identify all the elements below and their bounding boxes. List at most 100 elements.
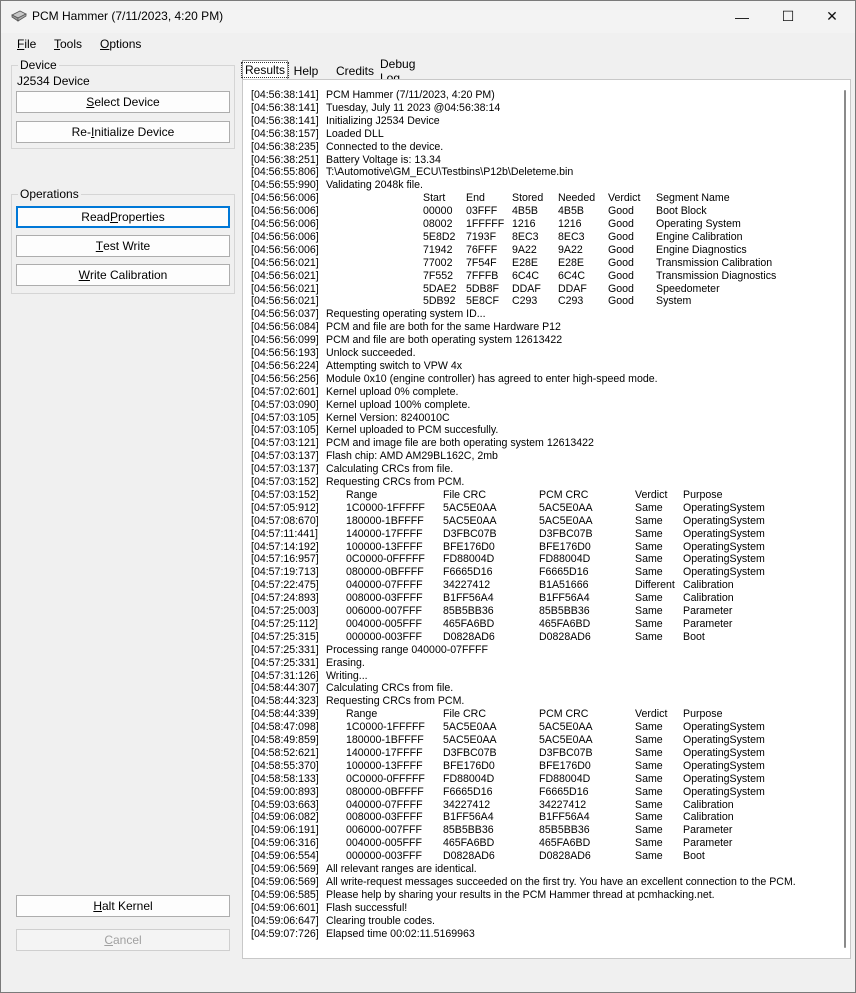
halt-kernel-accel: H: [93, 899, 102, 913]
log-message: Erasing.: [326, 656, 365, 669]
select-device-button[interactable]: Select Device: [16, 91, 230, 113]
halt-kernel-label: alt Kernel: [101, 899, 153, 913]
log-message: Kernel upload 100% complete.: [326, 398, 471, 411]
log-message: Tuesday, July 11 2023 @04:56:38:14: [326, 101, 501, 114]
read-properties-button[interactable]: Read Properties: [16, 206, 230, 228]
log-table-cell: 004000-005FFF: [346, 837, 422, 850]
log-table-cell: Good: [608, 205, 634, 218]
close-button[interactable]: ✕: [809, 1, 855, 32]
log-timestamp: [04:59:06:601]: [251, 901, 319, 914]
tab-debug-log[interactable]: Debug Log: [378, 57, 438, 85]
log-table-cell: Needed: [558, 192, 596, 205]
test-write-button[interactable]: Test Write: [16, 235, 230, 257]
log-table-cell: Same: [635, 617, 663, 630]
menu-bar: File Tools Options: [1, 33, 855, 55]
log-table-cell: OperatingSystem: [683, 785, 765, 798]
log-table-cell: System: [656, 295, 692, 308]
tab-help[interactable]: Help: [290, 62, 322, 79]
log-table-cell: OperatingSystem: [683, 540, 765, 553]
log-table-cell: Calibration: [683, 592, 734, 605]
minimize-button[interactable]: —: [719, 1, 765, 32]
menu-tools[interactable]: Tools: [54, 37, 82, 51]
log-table-cell: 7FFFB: [466, 269, 499, 282]
log-line: [04:59:06:647] Clearing trouble codes.: [251, 915, 831, 928]
log-message: Kernel uploaded to PCM succesfully.: [326, 424, 499, 437]
log-table-cell: 465FA6BD: [443, 617, 495, 630]
log-line: [04:57:11:441] 140000-17FFFF D3FBC07B D3FBC…: [251, 528, 831, 541]
select-device-accel: S: [86, 95, 95, 109]
test-write-accel: T: [95, 239, 104, 253]
tab-credits[interactable]: Credits: [334, 62, 376, 79]
log-table-cell: 00000: [423, 205, 453, 218]
log-table-cell: Same: [635, 553, 663, 566]
log-line: [04:56:56:021] 5DB92 5E8CF C293 C293 Good Syst…: [251, 295, 831, 308]
log-timestamp: [04:57:25:112]: [251, 617, 318, 630]
log-message: Requesting operating system ID...: [326, 308, 486, 321]
log-table-cell: FD88004D: [539, 553, 591, 566]
log-table-cell: D0828AD6: [539, 850, 591, 863]
log-table-cell: Verdict: [635, 488, 668, 501]
log-table-cell: PCM CRC: [539, 488, 589, 501]
menu-options[interactable]: Options: [100, 37, 141, 51]
log-line: [04:58:47:098] 1C0000-1FFFFF 5AC5E0AA 5AC5E…: [251, 721, 831, 734]
log-table-cell: OperatingSystem: [683, 734, 765, 746]
results-log[interactable]: [04:56:38:141] PCM Hammer (7/11/2023, 4:2…: [243, 80, 833, 958]
log-table-cell: Segment Name: [656, 192, 730, 205]
log-table-cell: Parameter: [683, 837, 733, 850]
halt-kernel-button[interactable]: Halt Kernel: [16, 895, 230, 917]
menu-options-label: ptions: [109, 37, 142, 51]
log-table-cell: Parameter: [683, 824, 733, 837]
write-calibration-accel: W: [78, 268, 90, 282]
log-timestamp: [04:59:06:569]: [251, 875, 319, 888]
log-table-cell: Same: [635, 746, 663, 759]
log-timestamp: [04:58:44:339]: [251, 708, 319, 721]
log-message: Module 0x10 (engine controller) has agre…: [326, 372, 658, 385]
log-line: [04:57:03:105] Kernel Version: 8240010C: [251, 412, 831, 425]
log-message: PCM Hammer (7/11/2023, 4:20 PM): [326, 89, 495, 101]
log-line: [04:58:44:307] Calculating CRCs from file…: [251, 682, 831, 695]
log-line: [04:59:06:569] All relevant ranges are id…: [251, 863, 831, 876]
log-table-cell: 7193F: [466, 230, 497, 243]
log-line: [04:59:00:893] 080000-0BFFFF F6665D16 F6665…: [251, 786, 831, 799]
log-table-cell: 008000-03FFFF: [346, 811, 423, 824]
log-table-cell: Parameter: [683, 617, 733, 630]
log-line: [04:57:25:112] 004000-005FFF 465FA6BD 465FA…: [251, 618, 831, 631]
log-message: Calculating CRCs from file.: [326, 682, 454, 695]
reinitialize-device-button[interactable]: Re- Initialize Device: [16, 121, 230, 143]
log-timestamp: [04:59:06:569]: [251, 863, 319, 875]
log-timestamp: [04:57:31:126]: [251, 669, 319, 682]
select-device-label: elect Device: [94, 95, 160, 109]
results-scrollbar-thumb[interactable]: [844, 90, 846, 948]
log-timestamp: [04:57:24:893]: [251, 592, 319, 605]
log-line: [04:56:55:806] T:\Automotive\GM_ECU\Testb…: [251, 166, 831, 179]
log-message: Battery Voltage is: 13.34: [326, 153, 441, 166]
log-line: [04:57:31:126] Writing...: [251, 670, 831, 683]
reinit-device-label-pre: Re-: [71, 125, 91, 139]
log-table-cell: C293: [512, 295, 538, 308]
results-scrollbar[interactable]: [841, 90, 849, 948]
menu-file[interactable]: File: [17, 37, 36, 51]
log-table-cell: 5AC5E0AA: [443, 501, 497, 514]
log-timestamp: [04:57:02:601]: [251, 385, 319, 398]
log-line: [04:56:56:021] 7F552 7FFFB 6C4C 6C4C Good Tran…: [251, 270, 831, 283]
tab-results[interactable]: Results: [241, 60, 290, 79]
log-timestamp: [04:56:56:224]: [251, 359, 319, 372]
log-table-cell: OperatingSystem: [683, 553, 765, 566]
cancel-button[interactable]: Cancel: [16, 929, 230, 951]
log-table-cell: 000000-003FFF: [346, 630, 422, 643]
write-calibration-button[interactable]: Write Calibration: [16, 264, 230, 286]
maximize-button[interactable]: ☐: [765, 1, 811, 32]
log-table-cell: 85B5BB36: [539, 605, 590, 617]
log-table-cell: Transmission Calibration: [656, 256, 773, 269]
log-table-cell: D0828AD6: [539, 630, 591, 643]
app-window: PCM Hammer (7/11/2023, 4:20 PM) — ☐ ✕ Fi…: [0, 0, 856, 993]
log-timestamp: [04:56:56:006]: [251, 230, 319, 243]
title-bar[interactable]: PCM Hammer (7/11/2023, 4:20 PM) — ☐ ✕: [1, 1, 855, 33]
log-table-cell: Good: [608, 282, 634, 295]
log-line: [04:59:06:585] Please help by sharing you…: [251, 889, 831, 902]
log-table-cell: 7F54F: [466, 256, 497, 269]
log-table-cell: 5AC5E0AA: [539, 734, 593, 746]
log-message: Connected to the device.: [326, 140, 444, 153]
log-line: [04:57:25:003] 006000-007FFF 85B5BB36 85B5B…: [251, 605, 831, 618]
log-timestamp: [04:57:03:090]: [251, 398, 319, 411]
